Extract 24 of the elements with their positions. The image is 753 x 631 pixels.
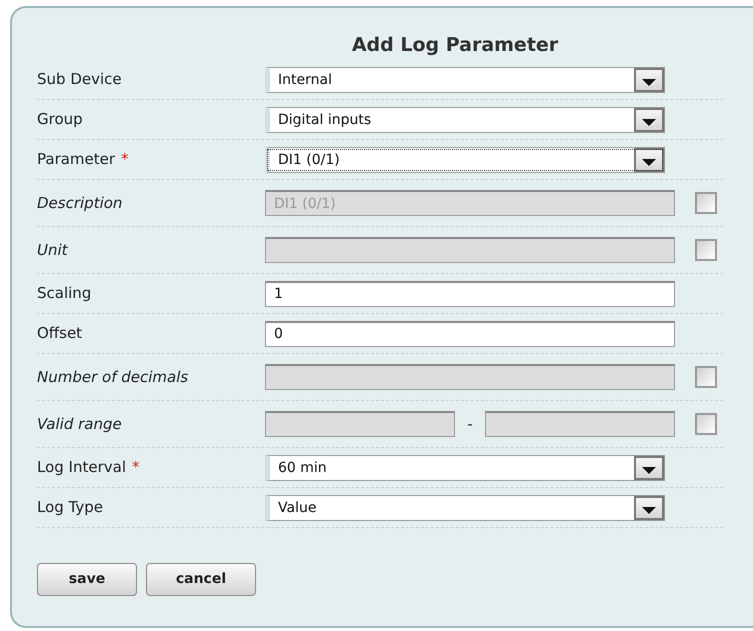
field-label: Valid range (37, 414, 122, 435)
dropdown[interactable]: Value (265, 494, 665, 520)
input-field[interactable]: 1 (265, 280, 675, 306)
cancel-button[interactable]: cancel (146, 563, 256, 596)
field-label: Number of decimals (37, 366, 188, 388)
required-mark: * (132, 457, 140, 478)
field-label: Log Interval (37, 457, 126, 478)
input-field[interactable]: 0 (265, 320, 675, 346)
dropdown[interactable]: 60 min (265, 454, 665, 480)
field-label: Sub Device (37, 69, 122, 90)
field-label: Scaling (37, 283, 92, 304)
dropdown[interactable]: DI1 (0/1) (265, 146, 665, 172)
dropdown[interactable]: Digital inputs (265, 106, 665, 132)
range-separator: - (466, 414, 474, 435)
dropdown[interactable]: Internal (265, 66, 665, 92)
field-label: Unit (37, 240, 68, 261)
save-button[interactable]: save (37, 563, 137, 596)
field-label: Offset (37, 323, 82, 344)
field-label: Group (37, 109, 83, 130)
required-mark: * (121, 149, 129, 170)
field-label: Description (37, 192, 122, 214)
field-label: Log Type (37, 497, 104, 518)
field-label: Parameter (37, 149, 116, 170)
dialog-title: Add Log Parameter (352, 33, 558, 58)
